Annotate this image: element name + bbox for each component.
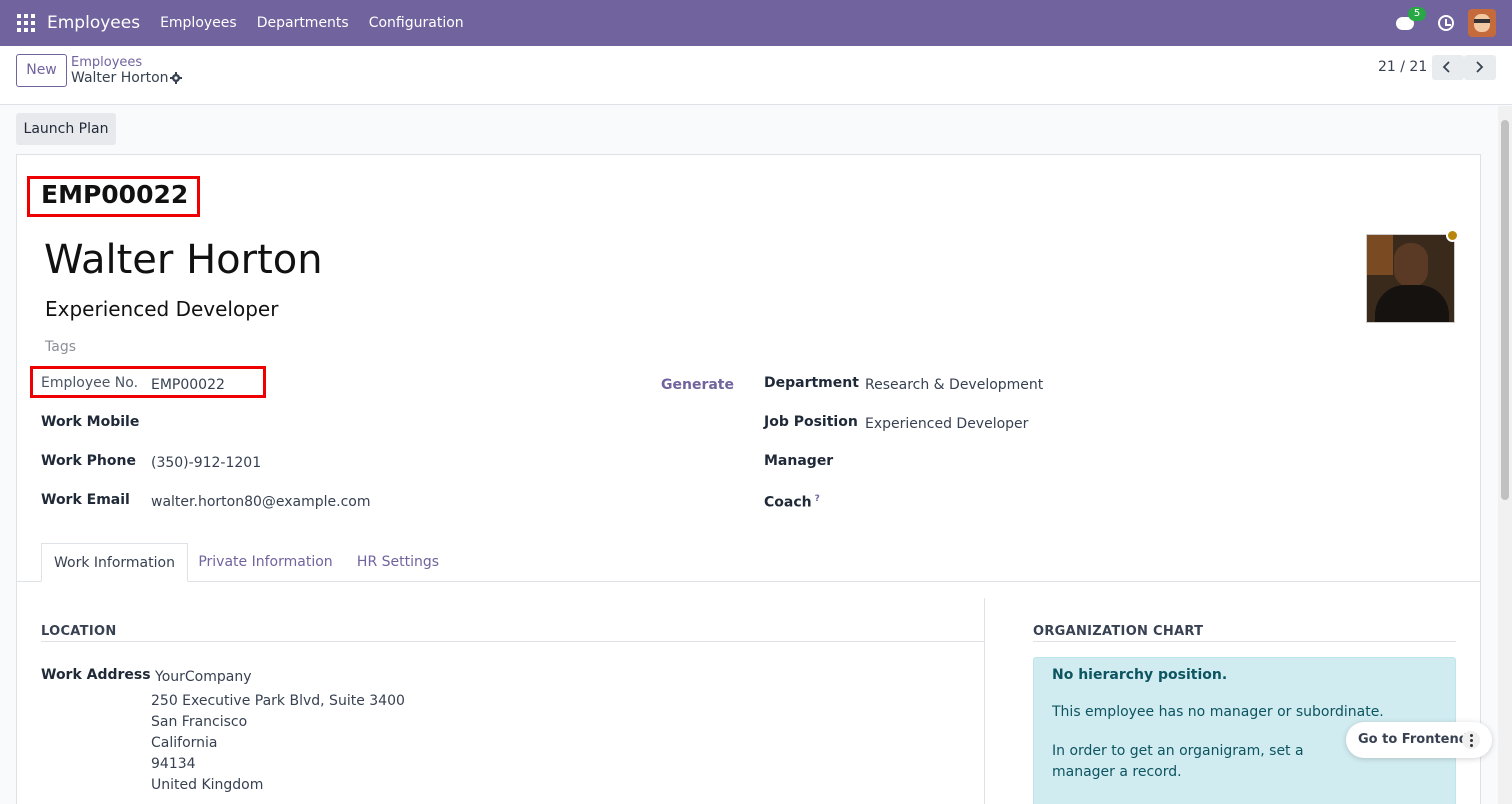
department-field[interactable]: Research & Development — [865, 377, 1043, 393]
org-chart-rule — [1033, 641, 1456, 642]
systray: 5 — [1396, 0, 1512, 46]
launch-plan-button[interactable]: Launch Plan — [16, 113, 116, 145]
employee-photo[interactable] — [1366, 234, 1455, 323]
generate-button[interactable]: Generate — [661, 377, 734, 393]
scrollbar-thumb[interactable] — [1501, 120, 1509, 500]
work-email-label: Work Email — [41, 492, 130, 508]
chat-count-badge: 5 — [1408, 7, 1426, 21]
go-to-frontend-button[interactable]: Go to Frontend — [1358, 732, 1468, 747]
user-avatar[interactable] — [1468, 9, 1496, 37]
tab-private-information[interactable]: Private Information — [188, 543, 343, 582]
employee-job-title[interactable]: Experienced Developer — [45, 297, 278, 321]
work-mobile-label: Work Mobile — [41, 414, 140, 430]
activity-clock-icon[interactable] — [1438, 15, 1454, 31]
column-divider — [984, 598, 985, 804]
nav-configuration[interactable]: Configuration — [359, 15, 474, 31]
job-position-field[interactable]: Experienced Developer — [865, 416, 1028, 432]
chevron-left-icon — [1442, 61, 1450, 73]
work-phone-field[interactable]: (350)-912-1201 — [151, 455, 261, 471]
employee-no-label: Employee No. — [41, 375, 139, 391]
work-address-label: Work Address — [41, 667, 151, 683]
org-chart-heading: No hierarchy position. — [1052, 667, 1228, 683]
manager-label: Manager — [764, 453, 834, 469]
employee-code: EMP00022 — [41, 180, 189, 209]
nav-employees[interactable]: Employees — [150, 15, 247, 31]
work-address-country: United Kingdom — [151, 777, 264, 793]
job-position-label: Job Position — [764, 414, 858, 430]
work-email-field[interactable]: walter.horton80@example.com — [151, 494, 371, 510]
work-phone-label: Work Phone — [41, 453, 136, 469]
employee-name[interactable]: Walter Horton — [44, 237, 323, 283]
top-navbar: Employees Employees Departments Configur… — [0, 0, 1512, 46]
org-chart-message: This employee has no manager or subordin… — [1052, 704, 1384, 720]
location-section-title: LOCATION — [41, 624, 117, 639]
pager-next-button[interactable] — [1464, 55, 1496, 80]
nav-departments[interactable]: Departments — [247, 15, 359, 31]
page-scrollbar[interactable] — [1498, 106, 1512, 804]
go-to-frontend-widget: Go to Frontend — [1346, 722, 1492, 758]
org-chart-hint: In order to get an organigram, set a man… — [1052, 743, 1304, 780]
chevron-right-icon — [1476, 61, 1484, 73]
tab-work-information[interactable]: Work Information — [41, 543, 188, 582]
tags-input[interactable]: Tags — [45, 339, 76, 355]
work-address-state: California — [151, 735, 218, 751]
coach-label-text: Coach — [764, 494, 812, 511]
apps-grid-icon[interactable] — [17, 14, 35, 32]
new-button[interactable]: New — [16, 54, 67, 87]
pager-previous-button[interactable] — [1432, 55, 1464, 80]
work-address-zip: 94134 — [151, 756, 196, 772]
work-address-street: 250 Executive Park Blvd, Suite 3400 — [151, 693, 405, 709]
org-chart-title: ORGANIZATION CHART — [1033, 624, 1204, 639]
work-address-company[interactable]: YourCompany — [155, 669, 252, 685]
coach-label: Coach? — [764, 494, 820, 511]
presence-status-dot — [1446, 229, 1459, 242]
pager-value[interactable]: 21 / 21 — [1378, 59, 1427, 75]
chat-icon[interactable]: 5 — [1396, 7, 1426, 33]
tab-hr-settings[interactable]: HR Settings — [343, 543, 453, 582]
coach-help-icon[interactable]: ? — [815, 494, 820, 504]
kebab-menu-icon[interactable] — [1462, 731, 1480, 749]
department-label: Department — [764, 375, 859, 391]
control-panel: New Employees Walter Horton 21 / 21 — [0, 46, 1512, 105]
employee-no-field[interactable]: EMP00022 — [151, 377, 225, 393]
app-title[interactable]: Employees — [47, 13, 140, 33]
breadcrumb-parent[interactable]: Employees — [71, 55, 142, 70]
location-section-rule — [41, 641, 984, 642]
gear-icon[interactable] — [170, 72, 182, 84]
work-address-city: San Francisco — [151, 714, 248, 730]
breadcrumb-current: Walter Horton — [71, 70, 169, 86]
